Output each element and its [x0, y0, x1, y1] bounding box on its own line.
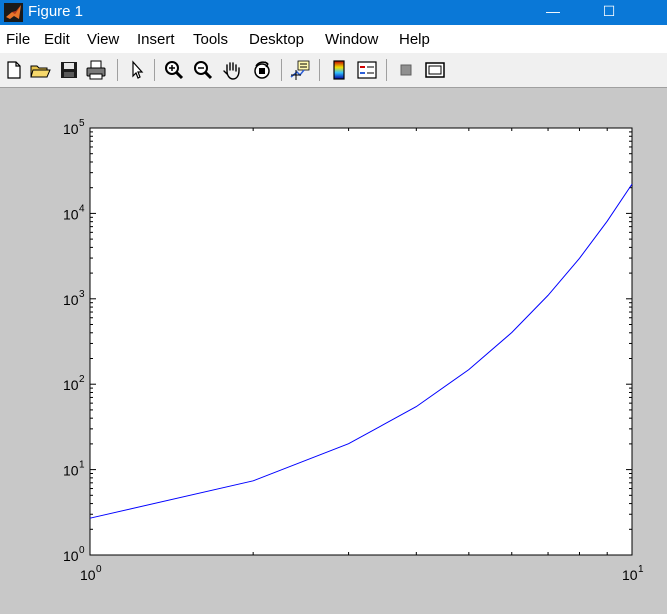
- legend-icon[interactable]: [356, 59, 378, 81]
- x-tick-exponent: 0: [96, 564, 102, 575]
- rotate-3d-icon[interactable]: [251, 59, 273, 81]
- figure-area: 10 0 10 1 10 2 10 3 10 4 10 5 10 0 10 1: [0, 88, 667, 609]
- y-tick-label: 10: [63, 292, 79, 308]
- y-tick-exponent: 4: [79, 203, 85, 214]
- data-cursor-icon[interactable]: [289, 59, 311, 81]
- menu-insert[interactable]: Insert: [137, 25, 175, 53]
- hide-plot-tools-icon[interactable]: [395, 59, 417, 81]
- zoom-in-icon[interactable]: [163, 59, 185, 81]
- y-tick-exponent: 3: [79, 289, 85, 300]
- toolbar-separator: [117, 59, 118, 81]
- y-tick-exponent: 1: [79, 460, 85, 471]
- print-icon[interactable]: [85, 59, 107, 81]
- y-tick-exponent: 2: [79, 374, 85, 385]
- y-tick-label: 10: [63, 121, 79, 137]
- menu-tools[interactable]: Tools: [193, 25, 228, 53]
- new-file-icon[interactable]: [3, 59, 25, 81]
- menu-window[interactable]: Window: [325, 25, 378, 53]
- toolbar-separator: [319, 59, 320, 81]
- y-tick-label: 10: [63, 206, 79, 222]
- toolbar-separator: [386, 59, 387, 81]
- window-title: Figure 1: [28, 3, 84, 20]
- log-log-plot[interactable]: 10 010 110 210 310 410 510 0 10 1: [0, 88, 667, 609]
- minimize-button[interactable]: —: [530, 0, 576, 25]
- y-tick-exponent: 5: [79, 118, 85, 129]
- select-arrow-icon[interactable]: [126, 59, 148, 81]
- y-tick-label: 10: [63, 548, 79, 564]
- toolbar: [0, 53, 667, 88]
- title-bar: Figure 1 — ☐: [0, 0, 667, 25]
- x-tick-label: 10: [622, 567, 638, 583]
- open-folder-icon[interactable]: [29, 59, 51, 81]
- pan-hand-icon[interactable]: [221, 59, 243, 81]
- show-plot-tools-icon[interactable]: [424, 59, 446, 81]
- y-tick-label: 10: [63, 463, 79, 479]
- x-tick-label: 10: [80, 567, 96, 583]
- colorbar-icon[interactable]: [328, 59, 350, 81]
- y-tick-exponent: 0: [79, 545, 85, 556]
- menu-desktop[interactable]: Desktop: [249, 25, 304, 53]
- maximize-button[interactable]: ☐: [586, 0, 632, 25]
- plot-area: [90, 128, 632, 555]
- matlab-logo-icon: [4, 3, 23, 22]
- x-tick-exponent: 1: [638, 564, 644, 575]
- save-icon[interactable]: [58, 59, 80, 81]
- menu-file[interactable]: File: [6, 25, 30, 53]
- menu-view[interactable]: View: [87, 25, 119, 53]
- menu-edit[interactable]: Edit: [44, 25, 70, 53]
- zoom-out-icon[interactable]: [192, 59, 214, 81]
- y-tick-label: 10: [63, 377, 79, 393]
- menu-bar: File Edit View Insert Tools Desktop Wind…: [0, 25, 667, 53]
- toolbar-separator: [154, 59, 155, 81]
- menu-help[interactable]: Help: [399, 25, 430, 53]
- toolbar-separator: [281, 59, 282, 81]
